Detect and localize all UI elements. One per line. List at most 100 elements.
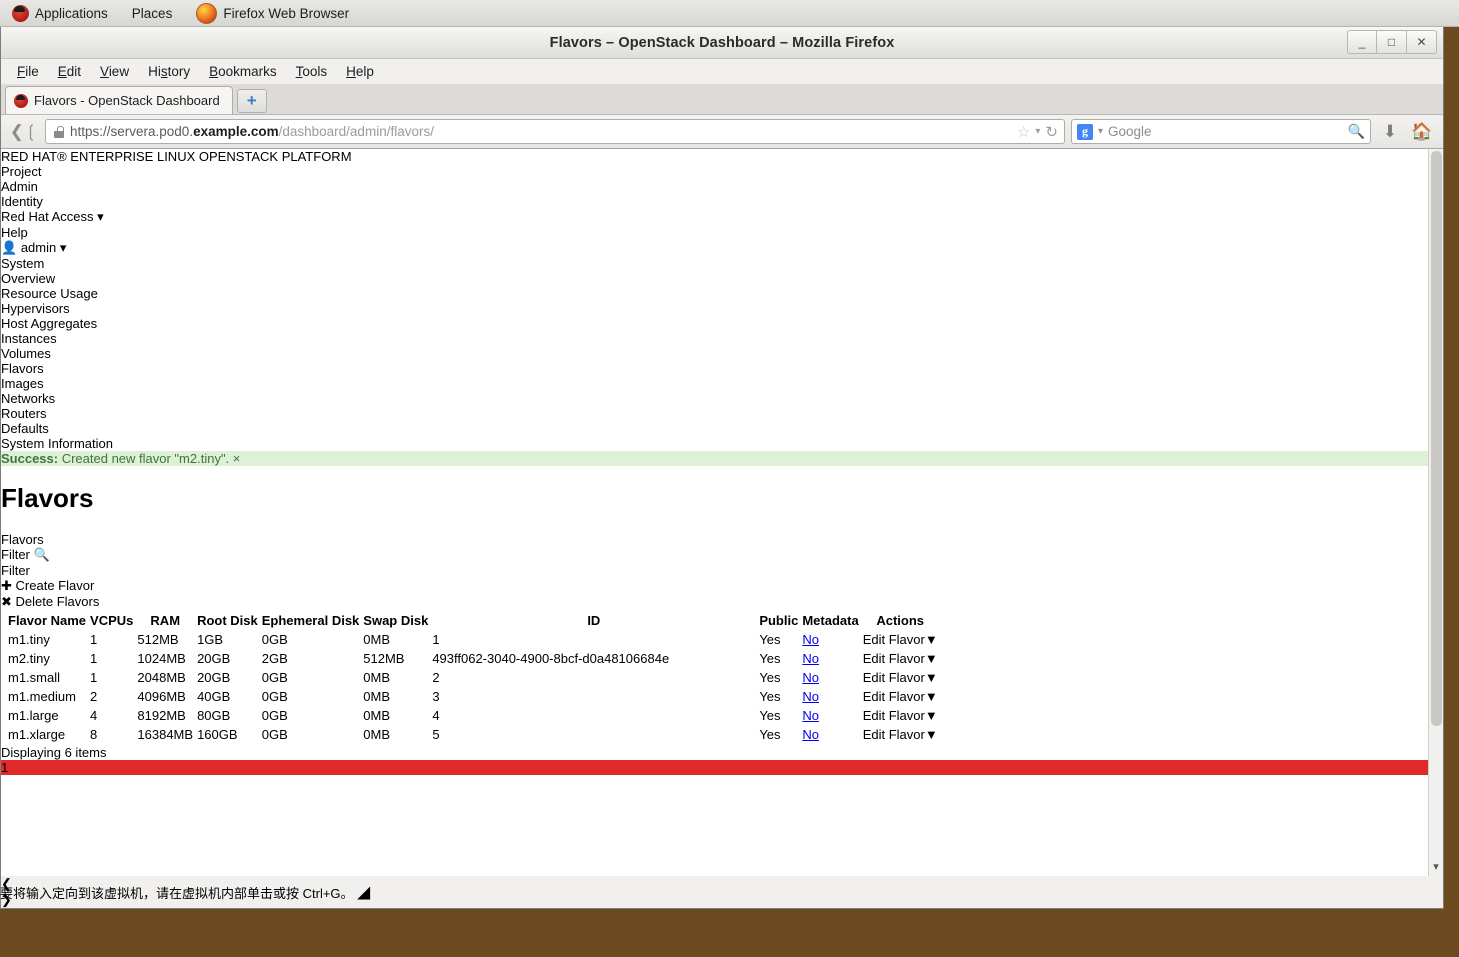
user-menu-admin[interactable]: 👤 admin ▾: [1, 240, 1428, 256]
tab-hypervisors[interactable]: Hypervisors: [1, 301, 1428, 316]
chevron-down-icon[interactable]: ▾: [1098, 126, 1103, 137]
minimize-button[interactable]: _: [1347, 30, 1377, 54]
browser-tab-flavors[interactable]: Flavors - OpenStack Dashboard: [5, 86, 233, 114]
scroll-down-arrow-icon[interactable]: ▾: [1433, 860, 1439, 876]
close-icon[interactable]: ×: [233, 451, 241, 466]
tab-overview[interactable]: Overview: [1, 271, 1428, 286]
column-public[interactable]: Public: [758, 612, 799, 629]
back-icon[interactable]: ❮❲: [9, 119, 39, 145]
cell-id: 1: [431, 631, 756, 648]
menu-file[interactable]: File: [9, 61, 47, 82]
search-icon[interactable]: 🔍: [1348, 123, 1365, 140]
menu-history[interactable]: History: [140, 61, 198, 82]
tab-networks[interactable]: Networks: [1, 391, 1428, 406]
metadata-link[interactable]: No: [802, 689, 819, 704]
select-all-header: [3, 612, 5, 629]
new-tab-button[interactable]: +: [237, 89, 267, 113]
column-ram[interactable]: RAM: [136, 612, 194, 629]
menu-tools[interactable]: Tools: [288, 61, 336, 82]
chevron-down-icon[interactable]: ▼: [925, 670, 938, 685]
places-menu-label: Places: [132, 6, 173, 21]
table-row: m1.medium24096MB40GB0GB0MB3YesNoEdit Fla…: [3, 688, 939, 705]
tab-images[interactable]: Images: [1, 376, 1428, 391]
chevron-down-icon[interactable]: ▼: [925, 632, 938, 647]
edit-flavor-button[interactable]: Edit Flavor: [863, 670, 925, 685]
cell-flavor-name: m1.tiny: [7, 631, 87, 648]
delete-flavors-button[interactable]: ✖ Delete Flavors: [1, 594, 1428, 610]
reload-icon[interactable]: ↻: [1045, 123, 1058, 141]
column-root-disk[interactable]: Root Disk: [196, 612, 259, 629]
applications-menu[interactable]: Applications: [0, 0, 120, 27]
chevron-down-icon[interactable]: ▼: [925, 689, 938, 704]
tab-volumes[interactable]: Volumes: [1, 346, 1428, 361]
tab-routers[interactable]: Routers: [1, 406, 1428, 421]
column-metadata[interactable]: Metadata: [801, 612, 859, 629]
search-bar[interactable]: g ▾ Google 🔍: [1071, 119, 1371, 144]
url-bar[interactable]: https://servera.pod0.example.com/dashboa…: [45, 119, 1065, 144]
tab-instances[interactable]: Instances: [1, 331, 1428, 346]
places-menu[interactable]: Places: [120, 0, 185, 27]
home-icon[interactable]: 🏠: [1409, 119, 1435, 145]
metadata-link[interactable]: No: [802, 670, 819, 685]
metadata-link[interactable]: No: [802, 632, 819, 647]
row-action-group: Edit Flavor▼: [863, 689, 938, 704]
downloads-icon[interactable]: ⬇: [1377, 119, 1403, 145]
table-body: m1.tiny1512MB1GB0GB0MB1YesNoEdit Flavor▼…: [3, 631, 939, 743]
cell-flavor-name: m1.small: [7, 669, 87, 686]
metadata-link[interactable]: No: [802, 727, 819, 742]
cell-root-disk: 80GB: [196, 707, 259, 724]
url-path: /dashboard/admin/flavors/: [279, 124, 434, 139]
url-text: https://servera.pod0.example.com/dashboa…: [70, 124, 1011, 139]
column-flavor-name[interactable]: Flavor Name: [7, 612, 87, 629]
chevron-down-icon[interactable]: ▼: [925, 727, 938, 742]
maximize-button[interactable]: □: [1377, 30, 1407, 54]
search-icon[interactable]: 🔍: [34, 547, 50, 562]
menu-help[interactable]: Help: [338, 61, 382, 82]
column-vcpus[interactable]: VCPUs: [89, 612, 134, 629]
edit-flavor-button[interactable]: Edit Flavor: [863, 727, 925, 742]
top-tab-project[interactable]: Project: [1, 164, 1428, 179]
create-flavor-button[interactable]: ✚ Create Flavor: [1, 578, 1428, 594]
close-button[interactable]: ✕: [1407, 30, 1437, 54]
page-vertical-scrollbar[interactable]: ▾: [1428, 149, 1443, 876]
filter-placeholder: Filter: [1, 547, 30, 562]
top-tab-identity[interactable]: Identity: [1, 194, 1428, 209]
cell-ephemeral-disk: 0GB: [261, 707, 361, 724]
tab-system-information[interactable]: System Information: [1, 436, 1428, 451]
chevron-down-icon: ▾: [60, 240, 67, 255]
window-controls: _ □ ✕: [1347, 30, 1437, 54]
filter-input[interactable]: Filter 🔍: [1, 547, 1428, 563]
table-footer: Displaying 6 items: [1, 745, 1428, 760]
scrollbar-thumb[interactable]: [1431, 151, 1442, 726]
tab-defaults[interactable]: Defaults: [1, 421, 1428, 436]
column-ephemeral-disk[interactable]: Ephemeral Disk: [261, 612, 361, 629]
panel-system[interactable]: System: [1, 256, 1428, 271]
tab-flavors[interactable]: Flavors: [1, 361, 1428, 376]
red-hat-access-menu[interactable]: Red Hat Access ▾: [1, 209, 1428, 225]
help-link[interactable]: Help: [1, 225, 1428, 240]
menu-edit[interactable]: Edit: [50, 61, 89, 82]
tab-host-aggregates[interactable]: Host Aggregates: [1, 316, 1428, 331]
tab-resource-usage[interactable]: Resource Usage: [1, 286, 1428, 301]
edit-flavor-button[interactable]: Edit Flavor: [863, 708, 925, 723]
chevron-down-icon[interactable]: ▼: [925, 708, 938, 723]
column-id[interactable]: ID: [431, 612, 756, 629]
edit-flavor-button[interactable]: Edit Flavor: [863, 651, 925, 666]
search-input[interactable]: Google: [1108, 124, 1152, 139]
menu-view[interactable]: View: [92, 61, 137, 82]
resize-grip-icon[interactable]: ◢: [357, 886, 370, 901]
chevron-down-icon[interactable]: ▾: [1035, 126, 1040, 137]
bookmark-star-icon[interactable]: ☆: [1017, 123, 1030, 141]
metadata-link[interactable]: No: [802, 708, 819, 723]
column-swap-disk[interactable]: Swap Disk: [362, 612, 429, 629]
metadata-link[interactable]: No: [802, 651, 819, 666]
top-tab-admin[interactable]: Admin: [1, 179, 1428, 194]
edit-flavor-button[interactable]: Edit Flavor: [863, 632, 925, 647]
filter-button[interactable]: Filter: [1, 563, 1428, 578]
firefox-window-button[interactable]: Firefox Web Browser: [184, 0, 361, 27]
cell-public: Yes: [758, 650, 799, 667]
cell-flavor-name: m1.large: [7, 707, 87, 724]
edit-flavor-button[interactable]: Edit Flavor: [863, 689, 925, 704]
menu-bookmarks[interactable]: Bookmarks: [201, 61, 285, 82]
chevron-down-icon[interactable]: ▼: [925, 651, 938, 666]
